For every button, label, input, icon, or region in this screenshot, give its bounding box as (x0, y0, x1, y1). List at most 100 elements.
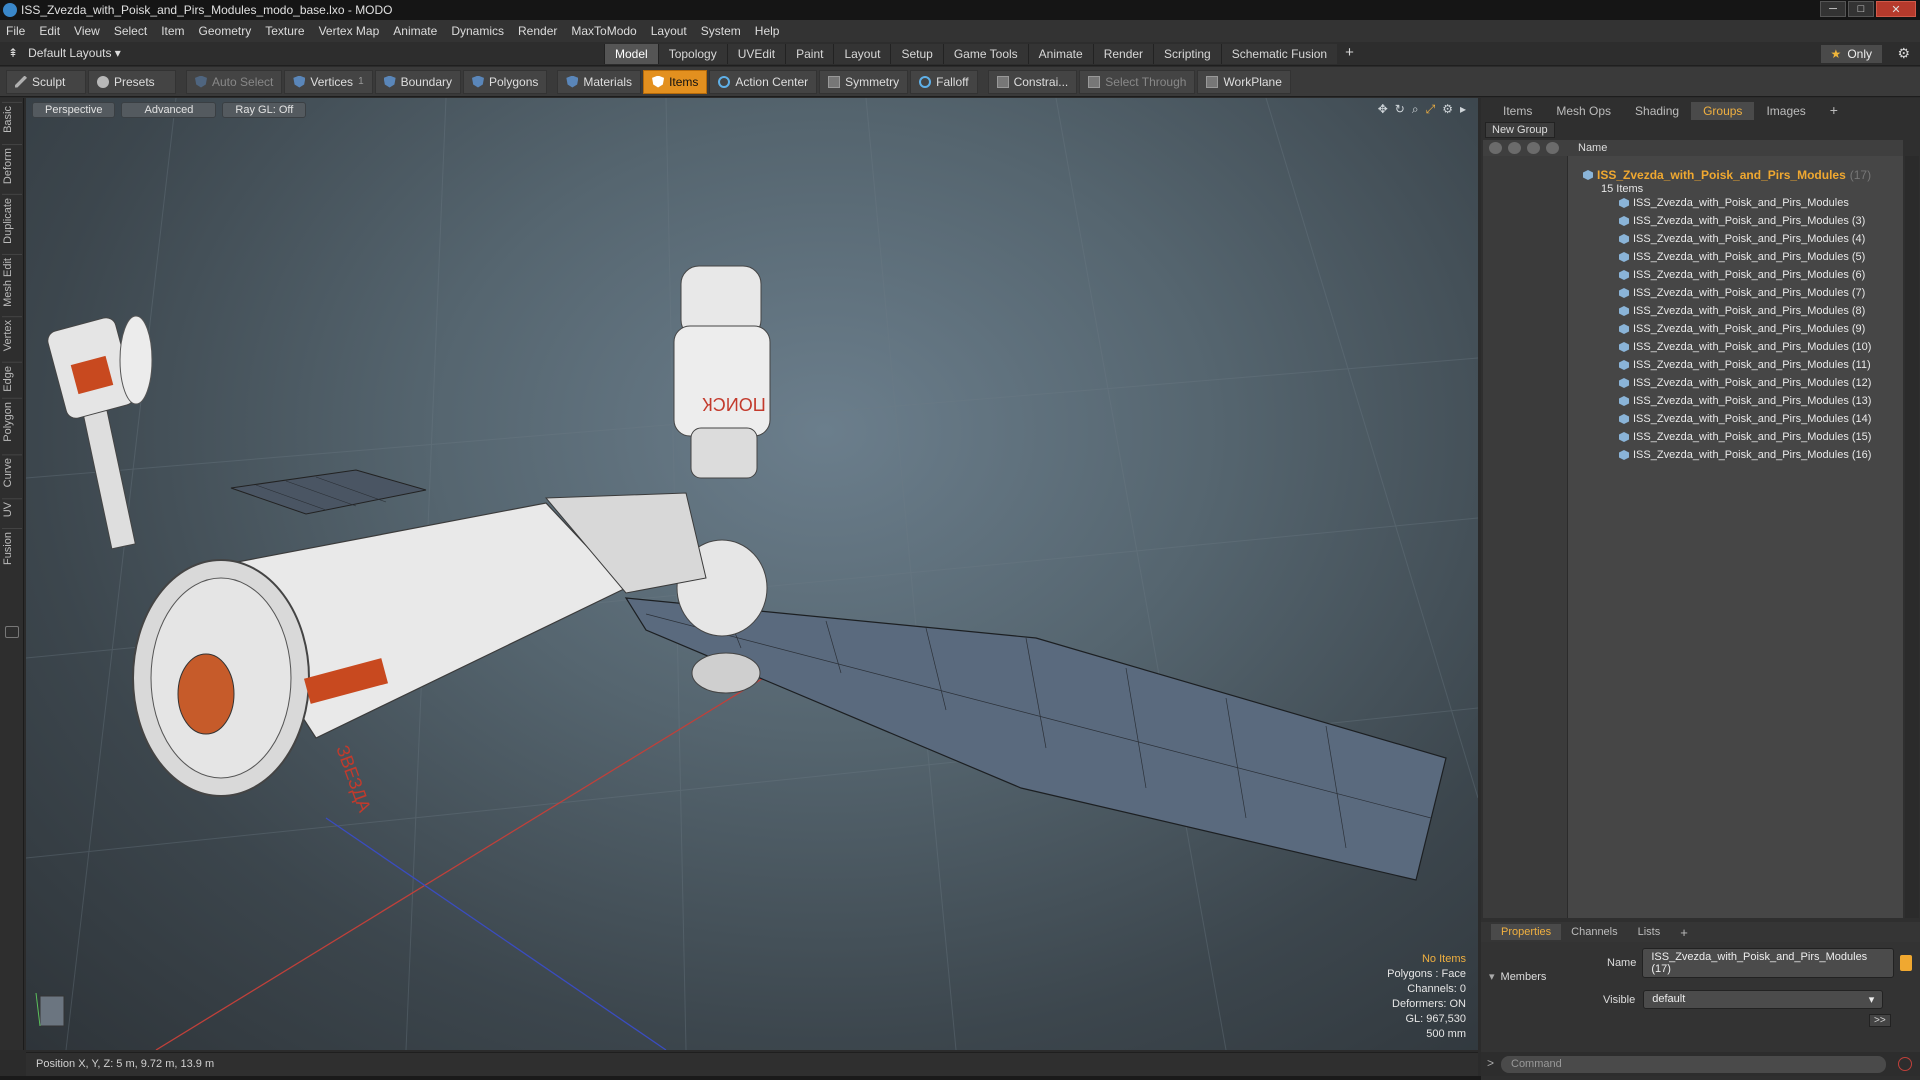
list-item[interactable]: ISS_Zvezda_with_Poisk_and_Pirs_Modules (… (1619, 356, 1871, 374)
tab-items[interactable]: Items (1491, 102, 1544, 120)
pan-icon[interactable]: ✥ (1378, 102, 1388, 117)
menu-file[interactable]: File (6, 24, 25, 38)
list-item[interactable]: ISS_Zvezda_with_Poisk_and_Pirs_Modules (… (1619, 230, 1865, 248)
tab-animate[interactable]: Animate (1027, 44, 1093, 64)
list-item[interactable]: ISS_Zvezda_with_Poisk_and_Pirs_Modules (… (1619, 392, 1871, 410)
name-column-header[interactable]: Name (1578, 142, 1607, 154)
vtab-duplicate[interactable]: Duplicate (2, 194, 22, 247)
list-item[interactable]: ISS_Zvezda_with_Poisk_and_Pirs_Modules (… (1619, 266, 1865, 284)
tab-topology[interactable]: Topology (657, 44, 727, 64)
tab-groups[interactable]: Groups (1691, 102, 1755, 120)
only-button[interactable]: ★ Only (1820, 45, 1882, 63)
viewport-more-icon[interactable]: ▸ (1460, 102, 1466, 117)
expand-button[interactable]: >> (1869, 1014, 1891, 1027)
tab-mesh-ops[interactable]: Mesh Ops (1544, 102, 1623, 120)
tab-setup[interactable]: Setup (890, 44, 943, 64)
tab-paint[interactable]: Paint (785, 44, 834, 64)
vtab-fusion[interactable]: Fusion (2, 528, 22, 569)
list-item[interactable]: ISS_Zvezda_with_Poisk_and_Pirs_Modules (… (1619, 302, 1865, 320)
color-swatch[interactable] (1900, 955, 1913, 971)
list-item[interactable]: ISS_Zvezda_with_Poisk_and_Pirs_Modules (… (1619, 284, 1865, 302)
menu-system[interactable]: System (701, 24, 741, 38)
symmetry-button[interactable]: Symmetry (819, 69, 909, 94)
minimize-button[interactable]: ─ (1820, 1, 1846, 17)
tab-render[interactable]: Render (1092, 44, 1154, 64)
layout-selector[interactable]: ⇞ Default Layouts ▾ (8, 46, 121, 60)
close-button[interactable]: ✕ (1876, 1, 1916, 17)
polygons-button[interactable]: Polygons (463, 69, 548, 94)
list-item[interactable]: ISS_Zvezda_with_Poisk_and_Pirs_Modules (… (1619, 410, 1871, 428)
visible-select[interactable]: default ▾ (1643, 990, 1884, 1009)
tab-model[interactable]: Model (604, 44, 658, 64)
list-item[interactable]: ISS_Zvezda_with_Poisk_and_Pirs_Modules (… (1619, 446, 1871, 464)
menu-texture[interactable]: Texture (265, 24, 304, 38)
command-history-icon[interactable] (1898, 1057, 1912, 1071)
gear-icon[interactable]: ⚙ (1897, 45, 1910, 62)
menu-edit[interactable]: Edit (39, 24, 60, 38)
vtab-edge[interactable]: Edge (2, 362, 22, 395)
action-center-button[interactable]: Action Center (709, 69, 818, 94)
add-prop-tab-icon[interactable]: + (1670, 923, 1698, 942)
vtab-polygon[interactable]: Polygon (2, 398, 22, 445)
auto-select-button[interactable]: Auto Select (186, 69, 283, 94)
menu-geometry[interactable]: Geometry (199, 24, 252, 38)
presets-button[interactable]: Presets (88, 69, 176, 94)
render-icon[interactable] (1508, 142, 1521, 154)
raygl-button[interactable]: Ray GL: Off (222, 102, 307, 118)
tab-images[interactable]: Images (1754, 102, 1817, 120)
falloff-button[interactable]: Falloff (910, 69, 978, 94)
menu-help[interactable]: Help (755, 24, 780, 38)
menu-vertex-map[interactable]: Vertex Map (319, 24, 380, 38)
strip-toggle-icon[interactable] (5, 626, 19, 638)
list-item[interactable]: ISS_Zvezda_with_Poisk_and_Pirs_Modules (… (1619, 248, 1865, 266)
vtab-vertex[interactable]: Vertex (2, 316, 22, 355)
tab-game-tools[interactable]: Game Tools (942, 44, 1028, 64)
list-item[interactable]: ISS_Zvezda_with_Poisk_and_Pirs_Modules (… (1619, 320, 1865, 338)
sculpt-button[interactable]: Sculpt (6, 69, 86, 94)
menu-layout[interactable]: Layout (651, 24, 687, 38)
boundary-button[interactable]: Boundary (374, 69, 461, 94)
members-row[interactable]: ▾ Members (1489, 970, 1546, 984)
menu-view[interactable]: View (74, 24, 100, 38)
menu-dynamics[interactable]: Dynamics (451, 24, 504, 38)
tab-lists[interactable]: Lists (1628, 924, 1671, 940)
menu-animate[interactable]: Animate (393, 24, 437, 38)
zoom-icon[interactable]: ⌕ (1412, 102, 1419, 117)
tab-shading[interactable]: Shading (1623, 102, 1691, 120)
vtab-deform[interactable]: Deform (2, 144, 22, 188)
new-group-button[interactable]: New Group (1485, 122, 1555, 138)
select-icon[interactable] (1546, 142, 1559, 154)
tab-scripting[interactable]: Scripting (1153, 44, 1221, 64)
tab-uvedit[interactable]: UVEdit (726, 44, 786, 64)
view-mode-button[interactable]: Perspective (32, 102, 116, 118)
items-button[interactable]: Items (643, 69, 708, 94)
tab-layout[interactable]: Layout (833, 44, 891, 64)
list-item[interactable]: ISS_Zvezda_with_Poisk_and_Pirs_Modules (… (1619, 428, 1871, 446)
list-item[interactable]: ISS_Zvezda_with_Poisk_and_Pirs_Modules (1619, 194, 1849, 212)
maximize-button[interactable]: □ (1848, 1, 1874, 17)
menu-select[interactable]: Select (114, 24, 147, 38)
vtab-curve[interactable]: Curve (2, 454, 22, 491)
vtab-basic[interactable]: Basic (2, 102, 22, 136)
rotate-icon[interactable]: ↻ (1395, 102, 1405, 117)
menu-maxtomodo[interactable]: MaxToModo (571, 24, 636, 38)
vertices-button[interactable]: Vertices 1 (284, 69, 373, 94)
3d-viewport[interactable]: Perspective Advanced Ray GL: Off ✥ ↻ ⌕ ⤢… (26, 98, 1478, 1050)
list-item[interactable]: ISS_Zvezda_with_Poisk_and_Pirs_Modules (… (1619, 374, 1871, 392)
fit-icon[interactable]: ⤢ (1426, 102, 1436, 117)
add-tab-button[interactable]: + (1337, 44, 1362, 64)
groups-scrollbar[interactable] (1905, 156, 1919, 918)
list-item[interactable]: ISS_Zvezda_with_Poisk_and_Pirs_Modules (… (1619, 338, 1871, 356)
command-input[interactable]: Command (1501, 1056, 1886, 1073)
add-panel-tab-icon[interactable]: + (1818, 100, 1850, 120)
shading-mode-button[interactable]: Advanced (121, 102, 217, 118)
materials-button[interactable]: Materials (557, 69, 642, 94)
menu-render[interactable]: Render (518, 24, 557, 38)
vtab-mesh-edit[interactable]: Mesh Edit (2, 254, 22, 310)
menu-item[interactable]: Item (161, 24, 184, 38)
vtab-uv[interactable]: UV (2, 498, 22, 521)
list-item[interactable]: ISS_Zvezda_with_Poisk_and_Pirs_Modules (… (1619, 212, 1865, 230)
lock-icon[interactable] (1527, 142, 1540, 154)
workplane-button[interactable]: WorkPlane (1197, 69, 1291, 94)
tab-channels[interactable]: Channels (1561, 924, 1627, 940)
